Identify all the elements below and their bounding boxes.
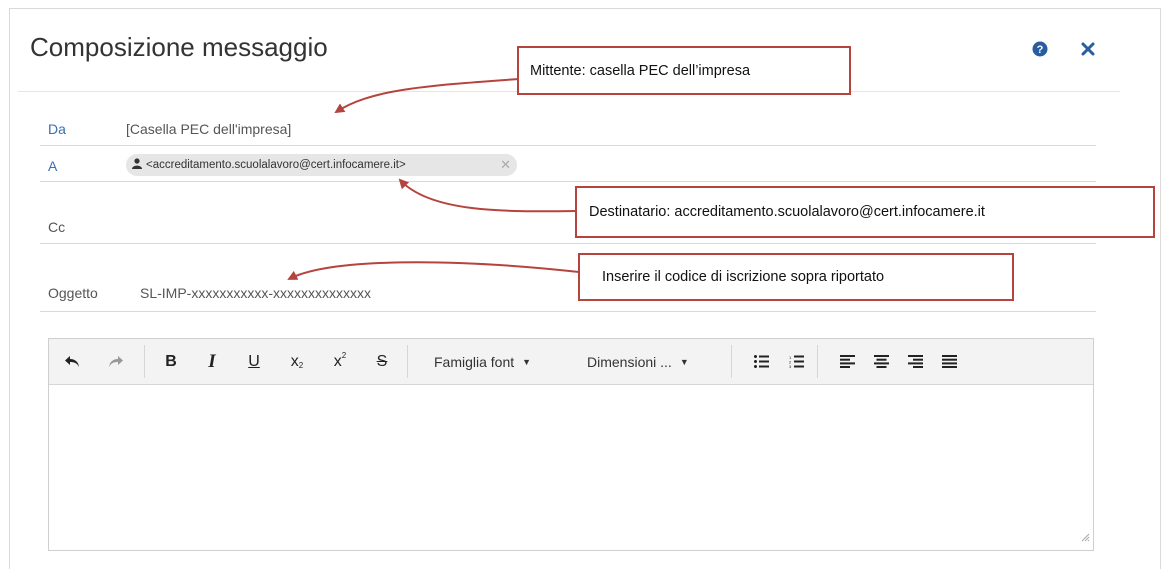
recipient-callout: Destinatario: accreditamento.scuolalavor… — [575, 186, 1155, 238]
subject-callout: Inserire il codice di iscrizione sopra r… — [578, 253, 1014, 301]
subject-callout-text: Inserire il codice di iscrizione sopra r… — [602, 269, 885, 285]
subject-arrow — [287, 261, 580, 280]
sender-arrow — [334, 78, 520, 114]
sender-callout: Mittente: casella PEC dell’impresa — [517, 46, 851, 95]
sender-callout-text: Mittente: casella PEC dell’impresa — [530, 62, 751, 79]
recipient-callout-text: Destinatario: accreditamento.scuolalavor… — [589, 204, 985, 220]
recipient-arrow — [398, 178, 578, 213]
